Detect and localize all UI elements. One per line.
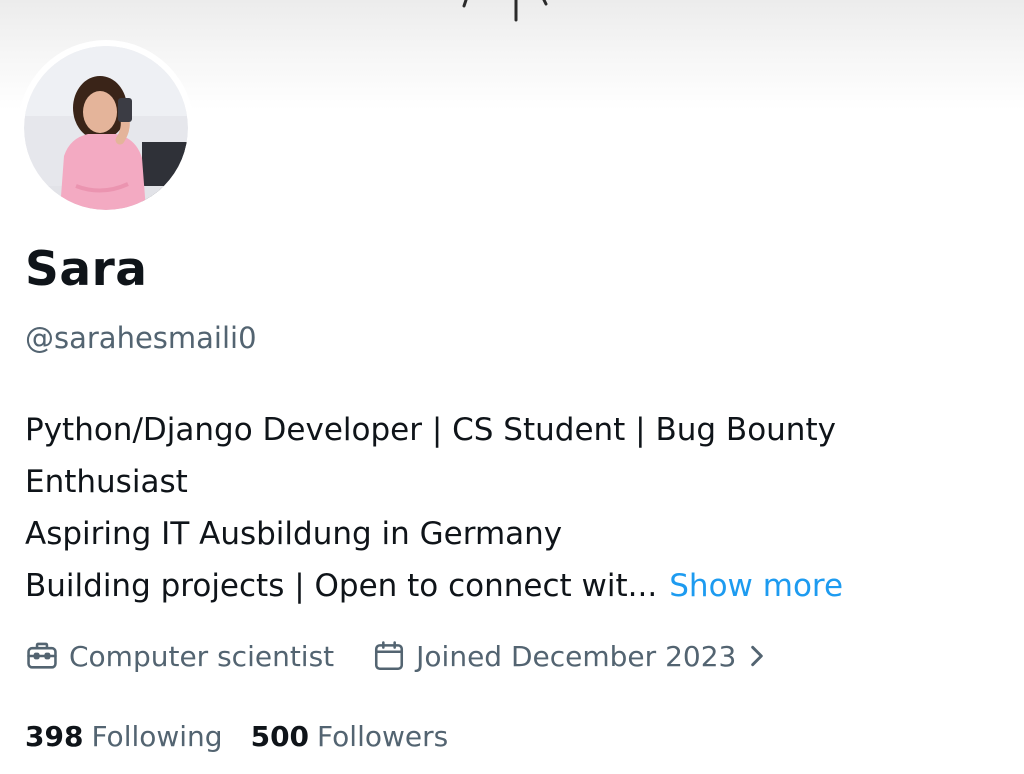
following-label: Following — [91, 719, 223, 753]
following-link[interactable]: 398 Following — [25, 720, 223, 753]
following-count: 398 — [25, 719, 84, 753]
profession-label: Computer scientist — [69, 639, 335, 673]
bio-line: Python/Django Developer | CS Student | B… — [25, 412, 836, 448]
joined-date: Joined December 2023 — [416, 639, 737, 673]
profile-meta: Computer scientist Joined December 2023 — [25, 634, 776, 678]
followers-label: Followers — [317, 719, 449, 753]
calendar-icon — [375, 641, 404, 671]
profile-bio: Python/Django Developer | CS Student | B… — [25, 404, 985, 612]
user-handle: @sarahesmaili0 — [25, 321, 257, 355]
profile-page: Sara @sarahesmaili0 Python/Django Develo… — [0, 0, 1024, 774]
display-name: Sara — [25, 242, 148, 297]
profession-item: Computer scientist — [25, 639, 334, 673]
follow-stats: 398 Following 500 Followers — [25, 714, 448, 758]
banner-artwork — [462, 0, 548, 22]
avatar[interactable] — [18, 40, 194, 216]
show-more-link[interactable]: Show more — [669, 568, 843, 604]
joined-item: Joined December 2023 — [372, 639, 776, 673]
followers-count: 500 — [250, 719, 310, 753]
followers-link[interactable]: 500 Followers — [251, 720, 449, 753]
bio-line: Aspiring IT Ausbildung in Germany — [25, 516, 563, 552]
bio-line-text: Building projects | Open to connect wit.… — [25, 568, 658, 604]
briefcase-icon — [27, 642, 57, 669]
bio-line-last: Building projects | Open to connect wit.… — [25, 560, 985, 612]
avatar-photo — [24, 46, 188, 210]
chevron-right-icon[interactable] — [748, 643, 766, 669]
bio-line: Enthusiast — [25, 464, 188, 500]
